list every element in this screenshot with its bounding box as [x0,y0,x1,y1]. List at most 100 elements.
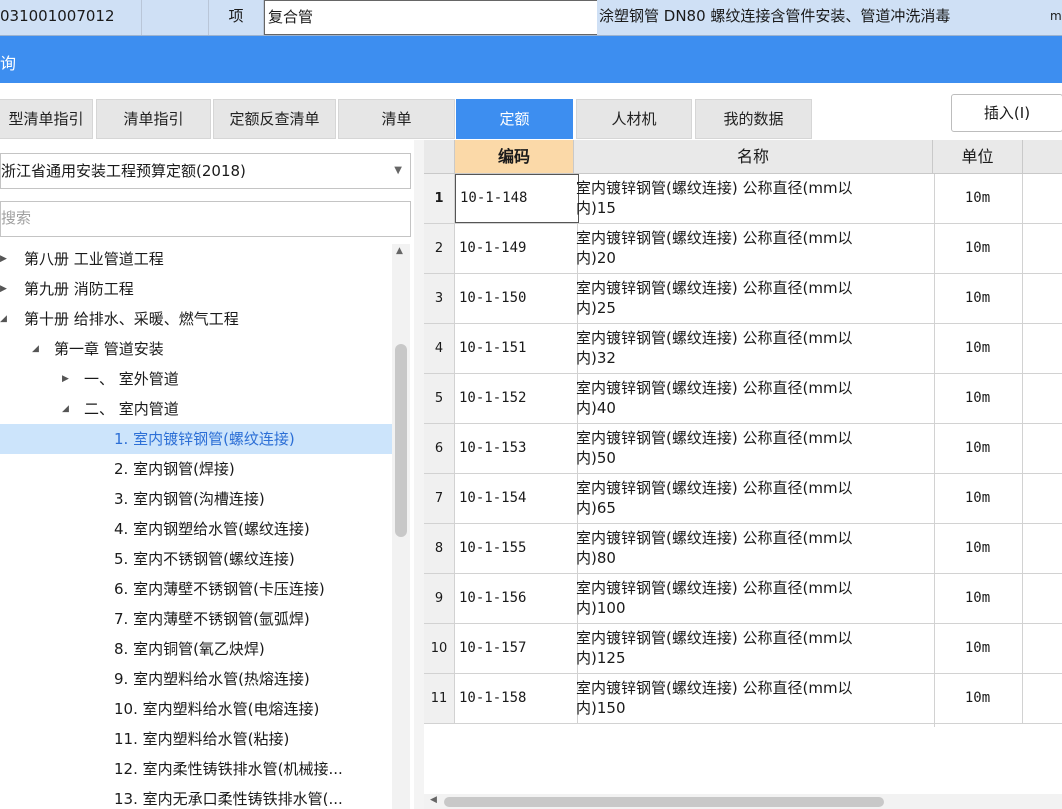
tree-node[interactable]: 13. 室内无承口柔性铸铁排水管(... [0,784,392,809]
table-row[interactable]: 1 10-1-148 室内镀锌钢管(螺纹连接) 公称直径(mm以 内)15 10m [424,174,1062,227]
tab-quota[interactable]: 定额 [456,99,573,139]
row-code[interactable]: 10-1-157 [455,624,578,673]
search-box[interactable] [0,201,411,237]
grid-header-extra[interactable] [1023,140,1062,174]
expand-arrow-icon[interactable]: ▶ [62,364,69,394]
table-row[interactable]: 8 10-1-155 室内镀锌钢管(螺纹连接) 公称直径(mm以 内)80 10m [424,524,1062,577]
tab-list-guide[interactable]: 清单指引 [96,99,211,139]
row-extra[interactable] [1023,624,1062,673]
row-code[interactable]: 10-1-156 [455,574,578,623]
insert-button[interactable]: 插入(I) [951,94,1062,132]
row-code[interactable]: 10-1-149 [455,224,578,273]
row-extra[interactable] [1023,524,1062,573]
tab-labor-material-machine[interactable]: 人材机 [576,99,692,139]
row-extra[interactable] [1023,424,1062,473]
item-name-cell[interactable]: 复合管 [264,0,599,35]
tree-node[interactable]: ◢ 第十册 给排水、采暖、燃气工程 [0,304,392,334]
row-name[interactable]: 室内镀锌钢管(螺纹连接) 公称直径(mm以 内)40 [574,374,935,427]
grid-header-code[interactable]: 编码 [455,140,574,174]
tree-node[interactable]: ▶ 一、 室外管道 [0,364,392,394]
grid-scrollbar-thumb[interactable] [444,797,884,807]
row-extra[interactable] [1023,174,1062,223]
tree-node[interactable]: 2. 室内钢管(焊接) [0,454,392,484]
row-extra[interactable] [1023,224,1062,273]
tree-node[interactable]: 3. 室内钢管(沟槽连接) [0,484,392,514]
tree-node[interactable]: 9. 室内塑料给水管(热熔连接) [0,664,392,694]
item-type-cell[interactable]: 项 [209,0,264,35]
tree-node[interactable]: ◢ 第一章 管道安装 [0,334,392,364]
row-unit[interactable]: 10m [933,224,1023,273]
search-input[interactable] [1,202,391,234]
table-row[interactable]: 2 10-1-149 室内镀锌钢管(螺纹连接) 公称直径(mm以 内)20 10m [424,224,1062,277]
grid-header-unit[interactable]: 单位 [933,140,1023,174]
collapse-arrow-icon[interactable]: ◢ [32,334,39,364]
row-code[interactable]: 10-1-155 [455,524,578,573]
row-unit[interactable]: 10m [933,574,1023,623]
expand-arrow-icon[interactable]: ▶ [0,274,7,304]
row-unit[interactable]: 10m [933,174,1023,223]
scroll-left-icon[interactable]: ◀ [430,795,437,805]
row-name[interactable]: 室内镀锌钢管(螺纹连接) 公称直径(mm以 内)65 [574,474,935,527]
tree-node[interactable]: 10. 室内塑料给水管(电熔连接) [0,694,392,724]
row-extra[interactable] [1023,324,1062,373]
table-row[interactable]: 6 10-1-153 室内镀锌钢管(螺纹连接) 公称直径(mm以 内)50 10m [424,424,1062,477]
row-unit[interactable]: 10m [933,324,1023,373]
row-code[interactable]: 10-1-154 [455,474,578,523]
tree-node-selected[interactable]: 1. 室内镀锌钢管(螺纹连接) [0,424,392,454]
tab-model-list-guide[interactable]: 型清单指引 [0,99,93,139]
item-unit-cell[interactable]: m [1022,0,1062,35]
table-row[interactable]: 10 10-1-157 室内镀锌钢管(螺纹连接) 公称直径(mm以 内)125 1… [424,624,1062,677]
panel-divider[interactable] [414,140,424,809]
row-unit[interactable]: 10m [933,274,1023,323]
tree-node[interactable]: ◢ 二、 室内管道 [0,394,392,424]
row-name[interactable]: 室内镀锌钢管(螺纹连接) 公称直径(mm以 内)150 [574,674,935,727]
row-extra[interactable] [1023,474,1062,523]
tree-scrollbar[interactable]: ▲ [392,244,410,809]
item-code-cell[interactable]: 031001007012 [0,0,142,35]
row-name[interactable]: 室内镀锌钢管(螺纹连接) 公称直径(mm以 内)15 [574,174,935,227]
row-extra[interactable] [1023,674,1062,723]
tab-list[interactable]: 清单 [338,99,455,139]
row-unit[interactable]: 10m [933,374,1023,423]
row-name[interactable]: 室内镀锌钢管(螺纹连接) 公称直径(mm以 内)32 [574,324,935,377]
row-code[interactable]: 10-1-151 [455,324,578,373]
expand-arrow-icon[interactable]: ▶ [0,244,7,274]
collapse-arrow-icon[interactable]: ◢ [62,394,69,424]
row-unit[interactable]: 10m [933,424,1023,473]
row-unit[interactable]: 10m [933,674,1023,723]
quota-library-select[interactable]: 浙江省通用安装工程预算定额(2018) ▼ [0,153,411,189]
tree-node[interactable]: 5. 室内不锈钢管(螺纹连接) [0,544,392,574]
table-row[interactable]: 3 10-1-150 室内镀锌钢管(螺纹连接) 公称直径(mm以 内)25 10m [424,274,1062,327]
row-unit[interactable]: 10m [933,524,1023,573]
grid-header-name[interactable]: 名称 [574,140,933,174]
tree-node[interactable]: 12. 室内柔性铸铁排水管(机械接... [0,754,392,784]
tree-node[interactable]: 8. 室内铜管(氧乙炔焊) [0,634,392,664]
tree-node[interactable]: ▶ 第八册 工业管道工程 [0,244,392,274]
tree-scrollbar-thumb[interactable] [395,344,407,537]
row-name[interactable]: 室内镀锌钢管(螺纹连接) 公称直径(mm以 内)100 [574,574,935,627]
tab-quota-reverse-list[interactable]: 定额反查清单 [213,99,336,139]
table-row[interactable]: 4 10-1-151 室内镀锌钢管(螺纹连接) 公称直径(mm以 内)32 10m [424,324,1062,377]
scroll-up-icon[interactable]: ▲ [396,246,403,256]
row-code[interactable]: 10-1-148 [455,174,579,223]
table-row[interactable]: 5 10-1-152 室内镀锌钢管(螺纹连接) 公称直径(mm以 内)40 10m [424,374,1062,427]
table-row[interactable]: 9 10-1-156 室内镀锌钢管(螺纹连接) 公称直径(mm以 内)100 10… [424,574,1062,627]
tree-node[interactable]: ▶ 第九册 消防工程 [0,274,392,304]
row-name[interactable]: 室内镀锌钢管(螺纹连接) 公称直径(mm以 内)20 [574,224,935,277]
tree-node[interactable]: 6. 室内薄壁不锈钢管(卡压连接) [0,574,392,604]
row-extra[interactable] [1023,274,1062,323]
row-name[interactable]: 室内镀锌钢管(螺纹连接) 公称直径(mm以 内)80 [574,524,935,577]
blank-cell[interactable] [142,0,209,35]
row-name[interactable]: 室内镀锌钢管(螺纹连接) 公称直径(mm以 内)125 [574,624,935,677]
collapse-arrow-icon[interactable]: ◢ [0,304,7,334]
grid-horizontal-scrollbar[interactable]: ◀ [424,794,1062,809]
row-name[interactable]: 室内镀锌钢管(螺纹连接) 公称直径(mm以 内)25 [574,274,935,327]
row-extra[interactable] [1023,374,1062,423]
row-unit[interactable]: 10m [933,624,1023,673]
item-description-cell[interactable]: 涂塑钢管 DN80 螺纹连接含管件安装、管道冲洗消毒 [597,0,1024,35]
row-code[interactable]: 10-1-158 [455,674,578,723]
row-extra[interactable] [1023,574,1062,623]
tree-node[interactable]: 4. 室内钢塑给水管(螺纹连接) [0,514,392,544]
tree-node[interactable]: 11. 室内塑料给水管(粘接) [0,724,392,754]
row-code[interactable]: 10-1-150 [455,274,578,323]
